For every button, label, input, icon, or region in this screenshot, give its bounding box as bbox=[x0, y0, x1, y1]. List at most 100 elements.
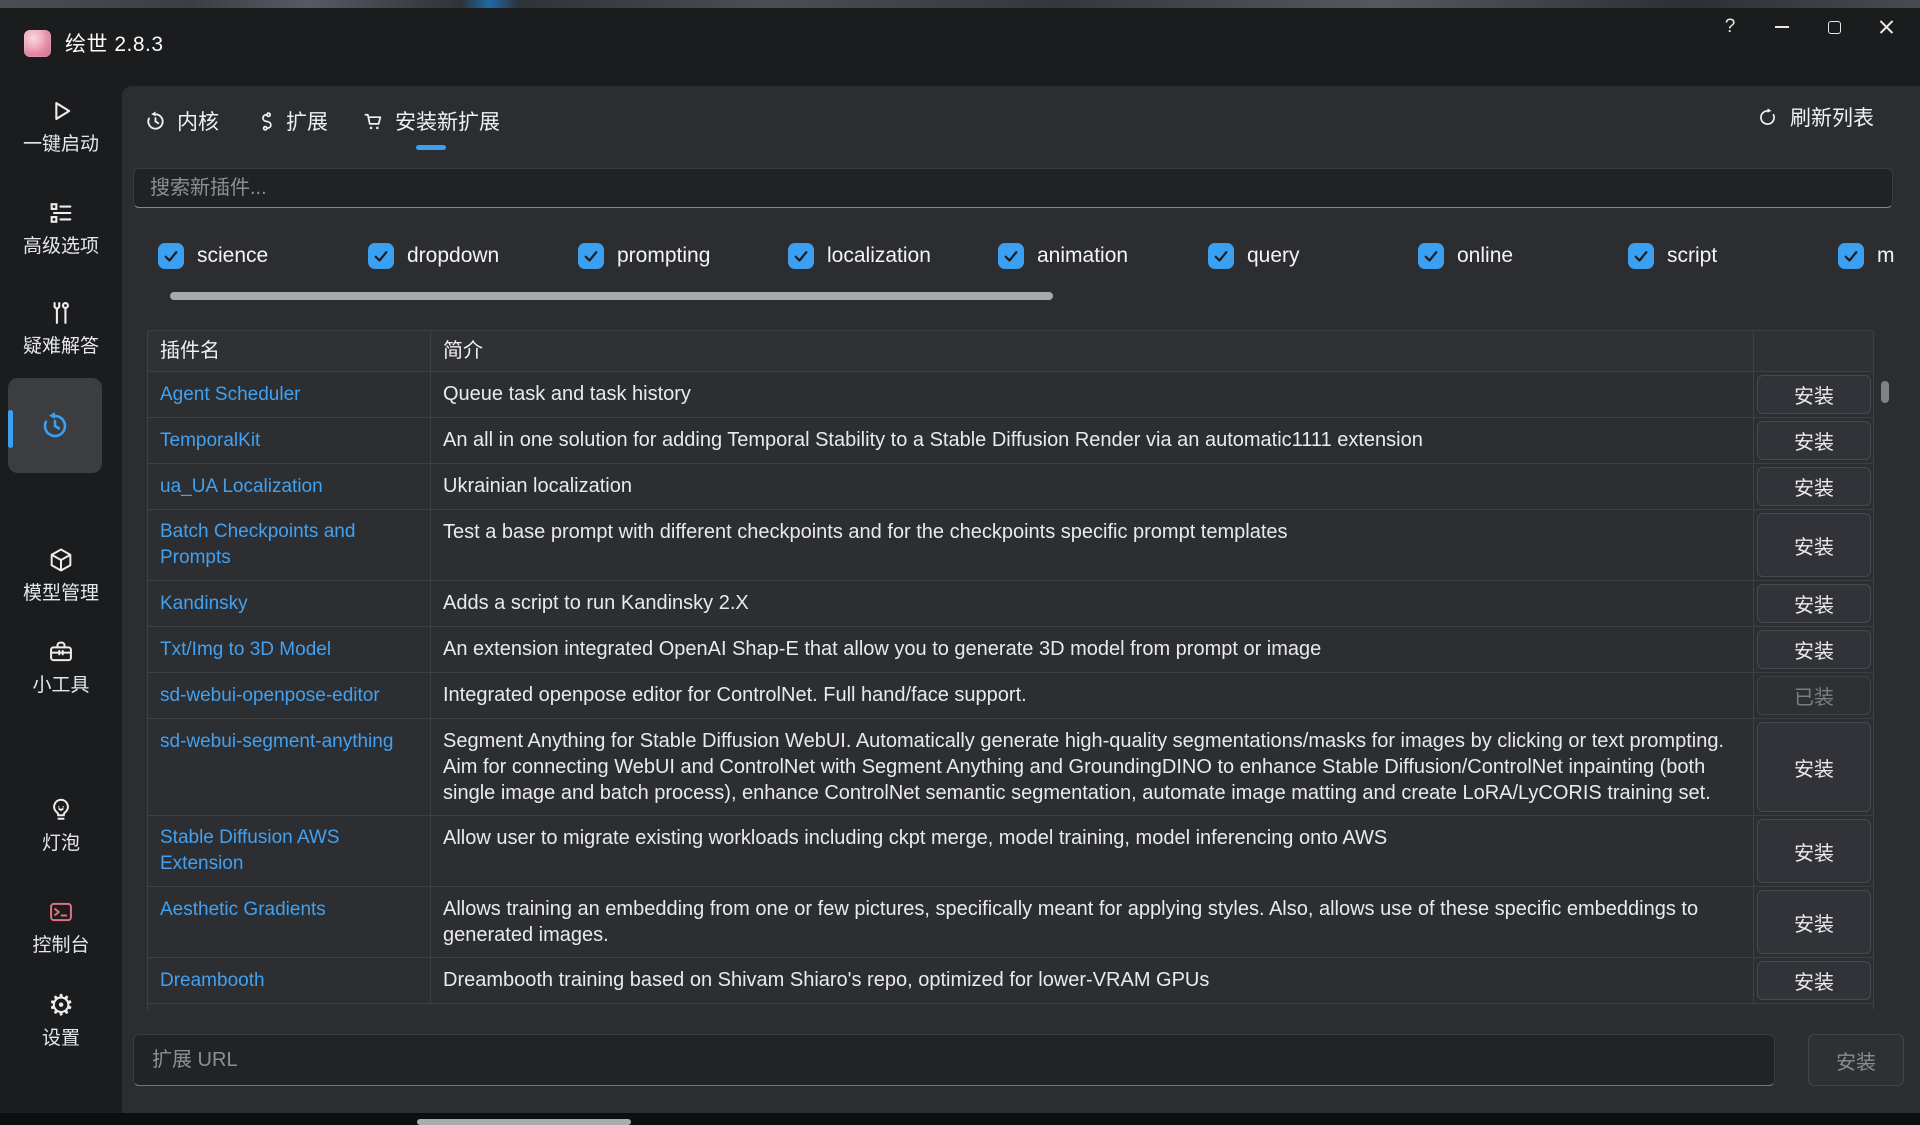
install-button[interactable]: 安装 bbox=[1757, 890, 1871, 954]
filter-checkbox-item[interactable]: script bbox=[1628, 238, 1838, 274]
plugin-action-cell: 安装 bbox=[1754, 627, 1874, 672]
filter-checkbox-item[interactable]: prompting bbox=[578, 238, 788, 274]
plugin-action-cell: 安装 bbox=[1754, 581, 1874, 626]
url-install-button[interactable]: 安装 bbox=[1808, 1034, 1904, 1086]
plugin-name-cell: Txt/Img to 3D Model bbox=[148, 627, 431, 672]
checkbox-checked-icon bbox=[578, 243, 604, 269]
sidebar-item-label: 疑难解答 bbox=[0, 337, 122, 357]
taskbar-peek bbox=[417, 1119, 631, 1125]
plugin-name-cell: Dreambooth bbox=[148, 958, 431, 1003]
plugin-table-body: Agent Scheduler Queue task and task hist… bbox=[148, 372, 1873, 1004]
table-row: Stable Diffusion AWS Extension Allow use… bbox=[148, 816, 1873, 887]
install-button[interactable]: 安装 bbox=[1757, 819, 1871, 883]
filter-label: prompting bbox=[617, 244, 710, 268]
close-icon bbox=[1879, 20, 1894, 35]
extension-url-box bbox=[133, 1034, 1775, 1086]
plugin-name-link[interactable]: Dreambooth bbox=[160, 968, 265, 994]
plugin-name-link[interactable]: Aesthetic Gradients bbox=[160, 897, 326, 923]
search-box bbox=[133, 168, 1893, 208]
filter-checkbox-item[interactable]: dropdown bbox=[368, 238, 578, 274]
filter-checkbox-item[interactable]: online bbox=[1418, 238, 1628, 274]
install-button[interactable]: 安装 bbox=[1757, 375, 1871, 414]
table-row: Dreambooth Dreambooth training based on … bbox=[148, 958, 1873, 1004]
plugin-name-link[interactable]: TemporalKit bbox=[160, 428, 260, 454]
sidebar-item-troubleshoot[interactable]: 疑难解答 bbox=[0, 298, 122, 357]
plugin-name-link[interactable]: sd-webui-segment-anything bbox=[160, 729, 393, 755]
plugin-description: Allow user to migrate existing workloads… bbox=[431, 816, 1754, 886]
sidebar-item-label: 一键启动 bbox=[0, 135, 122, 155]
plugin-description: Queue task and task history bbox=[431, 372, 1754, 417]
install-button[interactable]: 安装 bbox=[1757, 513, 1871, 577]
install-button[interactable]: 安装 bbox=[1757, 961, 1871, 1000]
gear-icon: ⚙ bbox=[0, 990, 122, 1020]
install-button[interactable]: 安装 bbox=[1757, 467, 1871, 506]
active-tab-underline bbox=[416, 145, 446, 150]
sidebar-item-version-management-selected[interactable] bbox=[8, 378, 102, 473]
install-button[interactable]: 安装 bbox=[1757, 421, 1871, 460]
install-button[interactable]: 安装 bbox=[1757, 584, 1871, 623]
play-icon bbox=[0, 96, 122, 126]
sidebar-item-console[interactable]: 控制台 bbox=[0, 897, 122, 956]
horizontal-scrollbar-thumb[interactable] bbox=[170, 292, 1053, 300]
plugin-action-cell: 安装 bbox=[1754, 958, 1874, 1003]
version-history-icon bbox=[39, 410, 71, 442]
table-row: ua_UA Localization Ukrainian localizatio… bbox=[148, 464, 1873, 510]
vertical-scrollbar-thumb[interactable] bbox=[1881, 381, 1889, 403]
plugin-name-cell: Aesthetic Gradients bbox=[148, 887, 431, 957]
sidebar-item-settings[interactable]: ⚙ 设置 bbox=[0, 990, 122, 1049]
column-header-plugin-name: 插件名 bbox=[148, 331, 431, 371]
window-controls: ? bbox=[1704, 10, 1912, 44]
help-button[interactable]: ? bbox=[1704, 10, 1756, 44]
tab-label: 扩展 bbox=[286, 106, 328, 136]
tab-extensions[interactable]: 扩展 bbox=[249, 98, 332, 150]
filter-checkbox-item[interactable]: animation bbox=[998, 238, 1208, 274]
tools-icon bbox=[0, 298, 122, 328]
sidebar-item-small-tools[interactable]: 小工具 bbox=[0, 637, 122, 696]
sidebar-item-launch[interactable]: 一键启动 bbox=[0, 96, 122, 155]
plugin-name-link[interactable]: Txt/Img to 3D Model bbox=[160, 637, 331, 663]
search-input[interactable] bbox=[134, 169, 1892, 207]
plugin-name-link[interactable]: Kandinsky bbox=[160, 591, 248, 617]
plugin-name-link[interactable]: Agent Scheduler bbox=[160, 382, 301, 408]
close-button[interactable] bbox=[1860, 10, 1912, 44]
minimize-button[interactable] bbox=[1756, 10, 1808, 44]
plugin-name-link[interactable]: sd-webui-openpose-editor bbox=[160, 683, 380, 709]
filter-checkbox-item[interactable]: query bbox=[1208, 238, 1418, 274]
plugin-table: 插件名 简介 Agent Scheduler Queue task and ta… bbox=[147, 330, 1874, 1010]
extension-url-input[interactable] bbox=[134, 1035, 1774, 1085]
terminal-icon bbox=[0, 897, 122, 927]
column-header-action bbox=[1754, 331, 1874, 371]
table-header-row: 插件名 简介 bbox=[148, 331, 1873, 372]
plugin-name-link[interactable]: Stable Diffusion AWS Extension bbox=[160, 825, 394, 877]
maximize-button[interactable] bbox=[1808, 10, 1860, 44]
sidebar-item-lightbulb[interactable]: 灯泡 bbox=[0, 795, 122, 854]
sidebar-item-label: 设置 bbox=[0, 1029, 122, 1049]
sidebar-item-label: 灯泡 bbox=[0, 834, 122, 854]
plugin-name-link[interactable]: ua_UA Localization bbox=[160, 474, 323, 500]
minimize-icon bbox=[1775, 26, 1789, 28]
plugin-description: Test a base prompt with different checkp… bbox=[431, 510, 1754, 580]
refresh-list-button[interactable]: 刷新列表 bbox=[1757, 100, 1874, 134]
plugin-name-cell: Batch Checkpoints and Prompts bbox=[148, 510, 431, 580]
tab-kernel[interactable]: 内核 bbox=[140, 98, 223, 150]
taskbar-sliver bbox=[0, 1113, 1920, 1125]
install-button: 已装 bbox=[1757, 676, 1871, 715]
filter-label: animation bbox=[1037, 244, 1128, 268]
filter-checkbox-item[interactable]: science bbox=[158, 238, 368, 274]
filter-checkbox-item[interactable]: localization bbox=[788, 238, 998, 274]
plugin-name-link[interactable]: Batch Checkpoints and Prompts bbox=[160, 519, 394, 571]
checkbox-checked-icon bbox=[788, 243, 814, 269]
sidebar-item-model-management[interactable]: 模型管理 bbox=[0, 545, 122, 604]
column-header-description: 简介 bbox=[431, 331, 1754, 371]
install-button[interactable]: 安装 bbox=[1757, 630, 1871, 669]
install-button[interactable]: 安装 bbox=[1757, 722, 1871, 812]
table-row: Txt/Img to 3D Model An extension integra… bbox=[148, 627, 1873, 673]
filter-label: m bbox=[1877, 244, 1895, 268]
sidebar-item-advanced-options[interactable]: 高级选项 bbox=[0, 198, 122, 257]
options-list-icon bbox=[0, 198, 122, 228]
table-row: Aesthetic Gradients Allows training an e… bbox=[148, 887, 1873, 958]
tab-install-new-extensions[interactable]: 安装新扩展 bbox=[358, 98, 504, 150]
app-identity: 绘世 2.8.3 bbox=[24, 28, 164, 58]
filter-label: localization bbox=[827, 244, 931, 268]
filter-checkbox-item[interactable]: m bbox=[1838, 238, 1920, 274]
